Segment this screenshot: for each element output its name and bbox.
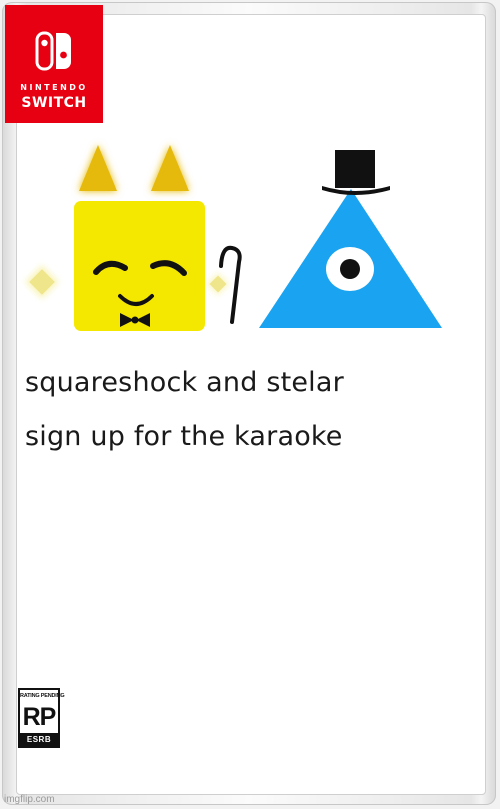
sparkle-right-icon [206,272,230,296]
square-character-icon [74,201,205,331]
game-title-line-2: sign up for the karaoke [25,421,343,452]
cover-artwork [25,145,442,331]
watermark: imgflip.com [4,794,55,805]
rating-pending-label: RATING PENDING [20,693,65,699]
square-ear-left-icon [79,145,117,191]
game-title-line-1: squareshock and stelar [25,367,344,398]
rating-mark: RP [22,703,57,731]
triangle-character-icon [259,189,442,328]
esrb-rating-badge: RATING PENDING RP ESRB [18,688,65,748]
esrb-label: ESRB [20,733,58,746]
top-hat-icon [322,150,390,195]
square-ear-right-icon [151,145,189,191]
sparkle-left-icon [25,265,59,299]
